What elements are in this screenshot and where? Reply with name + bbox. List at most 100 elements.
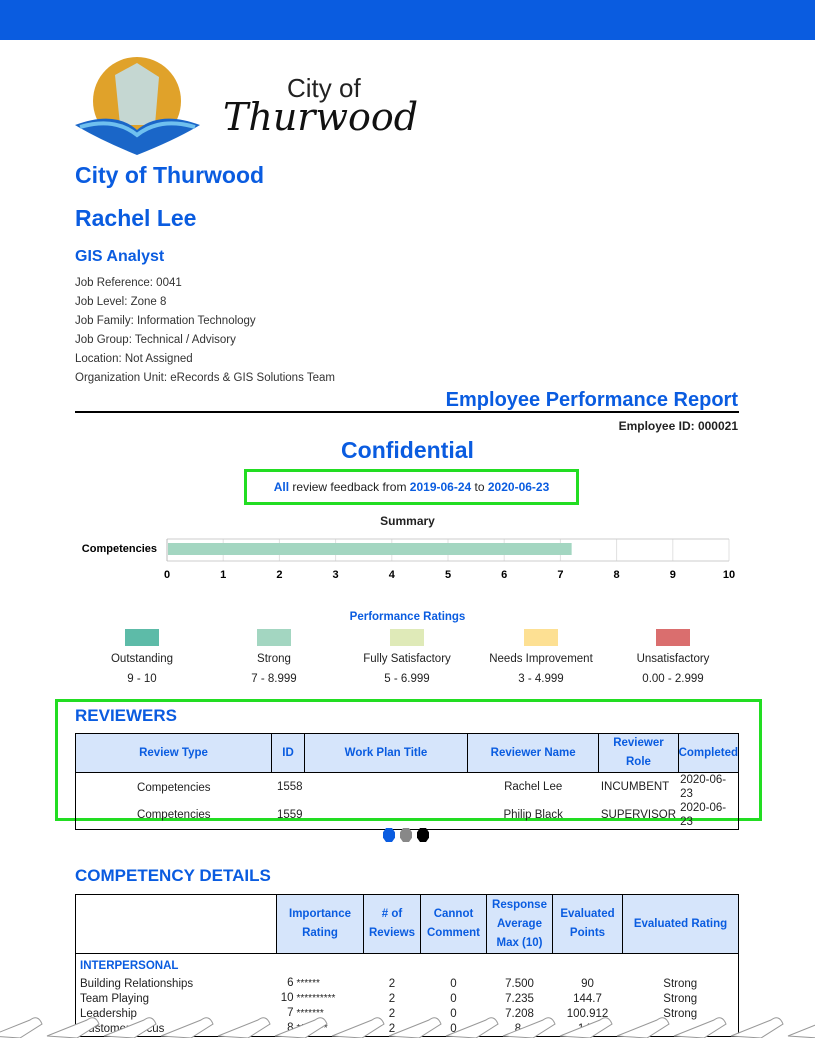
job-family: Job Family: Information Technology: [75, 315, 256, 327]
col-response-average: Response Average Max (10): [486, 894, 553, 954]
page-curl: [217, 1017, 271, 1038]
cell: 0: [450, 992, 457, 1005]
svg-text:Thurwood: Thurwood: [223, 95, 418, 139]
organization-unit: Organization Unit: eRecords & GIS Soluti…: [75, 372, 335, 384]
table-header: Review Type ID Work Plan Title Reviewer …: [74, 733, 740, 773]
tick-label: 6: [501, 569, 507, 581]
cell: 90: [581, 977, 594, 990]
col-name: [75, 894, 277, 954]
legend-item: Strong 7 - 8.999: [199, 629, 349, 685]
page-curl: [616, 1017, 670, 1038]
legend-range: 5 - 6.999: [384, 673, 430, 685]
page-dot-1[interactable]: [383, 828, 395, 842]
col-importance: Importance Rating: [276, 894, 364, 954]
category-label: Competencies: [82, 543, 157, 555]
cell: 10 **********: [277, 991, 364, 1006]
group-interpersonal: INTERPERSONAL: [80, 960, 179, 972]
cell: 6 ******: [277, 976, 364, 991]
tick-label: 1: [220, 569, 226, 581]
page-curl: [388, 1017, 442, 1038]
employee-name: Rachel Lee: [75, 205, 197, 231]
tick-label: 5: [445, 569, 451, 581]
table-row: Competencies 1558 Rachel Lee INCUMBENT 2020-…: [76, 773, 739, 802]
cell: Competencies: [137, 809, 211, 821]
cell: 2020-06-23: [680, 802, 727, 828]
col-review-type: Review Type: [74, 733, 273, 773]
chart-title: Summary: [380, 514, 435, 528]
legend-item: Unsatisfactory 0.00 - 2.999: [598, 629, 748, 685]
page-curl: [559, 1017, 613, 1038]
legend-item: Fully Satisfactory 5 - 6.999: [332, 629, 482, 685]
range-from: 2019-06-24: [409, 480, 472, 494]
report-title: Employee Performance Report: [445, 389, 738, 411]
job-level: Job Level: Zone 8: [75, 296, 167, 308]
col-evaluated-rating: Evaluated Rating: [622, 894, 739, 954]
page-curl: [730, 1017, 784, 1038]
review-date-range: All review feedback from 2019-06-24 to 2…: [244, 469, 579, 505]
page-dot-2[interactable]: [400, 828, 412, 842]
legend-swatch: [125, 629, 159, 646]
cell: Building Relationships: [80, 977, 194, 990]
cell: 2: [388, 977, 396, 990]
table-row: Competencies 1559 Philip Black SUPERVISOR 20…: [76, 801, 739, 830]
reviewers-table: Review Type ID Work Plan Title Reviewer …: [74, 733, 740, 830]
legend-swatch: [257, 629, 291, 646]
competency-heading: COMPETENCY DETAILS: [75, 866, 271, 885]
range-to: 2020-06-23: [487, 480, 550, 494]
page-curl: [0, 1017, 43, 1038]
importance-stars: ******: [296, 978, 320, 989]
cell: Strong: [663, 977, 698, 990]
tick-label: 4: [389, 569, 396, 581]
col-reviewer-role: Reviewer Role: [598, 733, 679, 773]
page-curl: [46, 1017, 100, 1038]
tick-label: 10: [723, 569, 735, 581]
cell: [305, 801, 468, 830]
cell: INCUMBENT: [600, 781, 670, 793]
page-curl: [160, 1017, 214, 1038]
cell: 1558: [276, 781, 303, 793]
range-all: All: [273, 480, 290, 494]
cell: 144.7: [573, 992, 602, 1005]
legend-range: 7 - 8.999: [251, 673, 297, 685]
col-evaluated-points: Evaluated Points: [552, 894, 623, 954]
col-reviews: # of Reviews: [363, 894, 421, 954]
legend-label: Needs Improvement: [489, 653, 593, 665]
cell: 2: [388, 992, 396, 1005]
legend-swatch: [524, 629, 558, 646]
location: Location: Not Assigned: [75, 353, 193, 365]
page-dot-3[interactable]: [417, 828, 429, 842]
legend-item: Needs Improvement 3 - 4.999: [466, 629, 616, 685]
range-text: review feedback from: [289, 480, 410, 494]
importance-stars: **********: [296, 993, 336, 1004]
legend-range: 0.00 - 2.999: [642, 673, 704, 685]
importance-value: 6: [287, 977, 294, 989]
page-curl: [502, 1017, 556, 1038]
org-name: City of Thurwood: [75, 162, 265, 188]
legend-range: 3 - 4.999: [518, 673, 564, 685]
cell: Philip Black: [503, 809, 563, 821]
confidential-heading: Confidential: [341, 437, 474, 463]
legend-range: 9 - 10: [127, 673, 157, 685]
employee-id: Employee ID: 000021: [618, 419, 738, 433]
legend-swatch: [390, 629, 424, 646]
legend-item: Outstanding 9 - 10: [67, 629, 217, 685]
cell: 7.500: [505, 977, 534, 990]
legend-label: Unsatisfactory: [636, 653, 710, 665]
tick-label: 8: [614, 569, 620, 581]
job-details: Job Reference: 0041 Job Level: Zone 8 Jo…: [75, 274, 335, 388]
group-row: INTERPERSONAL: [76, 954, 739, 977]
cell: 7.235: [505, 992, 534, 1005]
col-id: ID: [271, 733, 306, 773]
page-curl: [787, 1024, 815, 1038]
job-group: Job Group: Technical / Advisory: [75, 334, 236, 346]
bar-competencies: [168, 543, 572, 555]
table-row: Team Playing 10 ********** 2 0 7.235 144.7 Stro…: [76, 991, 739, 1006]
job-title: GIS Analyst: [75, 248, 165, 265]
legend-label: Strong: [257, 653, 291, 665]
top-bar: [0, 0, 815, 40]
col-work-plan-title: Work Plan Title: [304, 733, 468, 773]
city-logo: City of Thurwood: [75, 55, 425, 160]
page-curl: [673, 1017, 727, 1038]
page-curl-overlay: [0, 1017, 815, 1038]
legend-label: Fully Satisfactory: [363, 653, 451, 665]
